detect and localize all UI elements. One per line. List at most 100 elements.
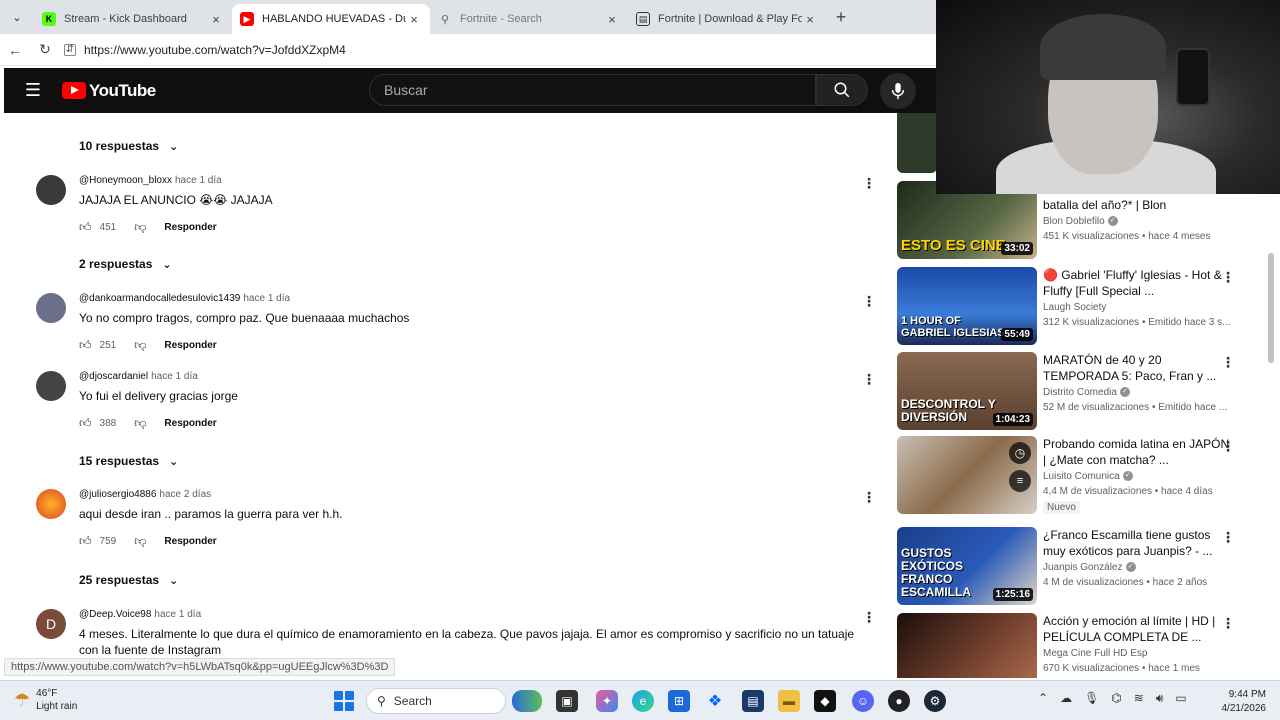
- battery-icon[interactable]: ▭: [1175, 691, 1186, 706]
- comment-time[interactable]: hace 1 día: [154, 609, 201, 620]
- comment-author[interactable]: @djoscardaniel: [79, 371, 148, 382]
- more-options-icon[interactable]: ⋮: [1221, 354, 1235, 371]
- video-item[interactable]: Acción y emoción al límite | HD | PELÍCU…: [897, 613, 1267, 678]
- microsoft-store-icon[interactable]: ⊞: [668, 690, 690, 712]
- reply-button[interactable]: Responder: [164, 418, 216, 429]
- voice-search-button[interactable]: [880, 73, 916, 109]
- tab-youtube-video[interactable]: ▶ HABLANDO HUEVADAS - Duodéc ×: [232, 4, 430, 34]
- avatar[interactable]: D: [36, 609, 66, 639]
- epic-games-icon[interactable]: ◆: [814, 690, 836, 712]
- video-title[interactable]: ¿Franco Escamilla tiene gustos muy exóti…: [1043, 527, 1235, 559]
- like-thumb-up-icon[interactable]: 👍︎: [79, 534, 92, 549]
- channel-name[interactable]: Blon Doblefilo: [1043, 216, 1105, 227]
- reply-button[interactable]: Responder: [164, 536, 216, 547]
- like-thumb-up-icon[interactable]: 👍︎: [79, 416, 92, 431]
- comment-author[interactable]: @juliosergio4886: [79, 489, 156, 500]
- video-thumbnail[interactable]: DESCONTROL Y DIVERSIÓN 1:04:23: [897, 352, 1037, 430]
- menu-hamburger-icon[interactable]: ☰: [4, 80, 62, 101]
- channel-name[interactable]: Distrito Comedia: [1043, 387, 1117, 398]
- obs-icon[interactable]: ●: [888, 690, 910, 712]
- more-options-icon[interactable]: ⋮: [862, 293, 876, 310]
- watch-later-clock-icon[interactable]: ◷: [1009, 442, 1031, 464]
- windows-start-icon[interactable]: [334, 691, 354, 711]
- comment-author[interactable]: @dankoarmandocalledesulovic1439: [79, 293, 240, 304]
- comment-author[interactable]: @Honeymoon_bloxx: [79, 175, 172, 186]
- url-field[interactable]: ⇵ https://www.youtube.com/watch?v=JofddX…: [64, 43, 346, 57]
- reply-button[interactable]: Responder: [164, 340, 216, 351]
- file-explorer-icon[interactable]: ▬: [778, 690, 800, 712]
- dislike-thumb-down-icon[interactable]: 👎︎: [134, 220, 146, 235]
- more-options-icon[interactable]: ⋮: [1221, 438, 1235, 455]
- video-thumbnail[interactable]: GUSTOS EXÓTICOS FRANCO ESCAMILLA 1:25:16: [897, 527, 1037, 605]
- video-item[interactable]: GUSTOS EXÓTICOS FRANCO ESCAMILLA 1:25:16…: [897, 527, 1267, 607]
- new-tab-plus-icon[interactable]: +: [826, 7, 856, 28]
- tab-kick-dashboard[interactable]: K Stream - Kick Dashboard ×: [34, 4, 232, 34]
- video-title[interactable]: batalla del año?* | Blon: [1043, 197, 1235, 213]
- close-tab-icon[interactable]: ×: [406, 12, 422, 27]
- channel-name[interactable]: Mega Cine Full HD Esp: [1043, 648, 1147, 659]
- replies-toggle[interactable]: 25 respuestas ⌄: [79, 573, 178, 587]
- more-options-icon[interactable]: ⋮: [862, 609, 876, 626]
- video-title[interactable]: 🔴 Gabriel 'Fluffy' Iglesias - Hot & Fluf…: [1043, 267, 1235, 299]
- reload-icon[interactable]: ↻: [30, 41, 60, 58]
- video-title[interactable]: Probando comida latina en JAPÓN | ¿Mate …: [1043, 436, 1235, 468]
- comment-time[interactable]: hace 1 día: [243, 293, 290, 304]
- copilot-icon[interactable]: ✦: [596, 690, 618, 712]
- taskbar-clock[interactable]: 9:44 PM 4/21/2026: [1196, 688, 1267, 716]
- video-item[interactable]: 1 HOUR OF GABRIEL IGLESIAS 55:49 🔴 Gabri…: [897, 267, 1267, 347]
- search-button[interactable]: [816, 74, 868, 106]
- microphone-icon[interactable]: 🎙︎: [1084, 691, 1099, 706]
- onedrive-cloud-icon[interactable]: ☁: [1060, 691, 1072, 706]
- task-view-icon[interactable]: ▣: [556, 690, 578, 712]
- tab-search-chevron-icon[interactable]: ⌄: [0, 0, 34, 34]
- reply-button[interactable]: Responder: [164, 222, 216, 233]
- taskbar-search[interactable]: ⚲ Search: [366, 688, 506, 714]
- video-item[interactable]: ◷ ≡ Probando comida latina en JAPÓN | ¿M…: [897, 436, 1267, 520]
- close-tab-icon[interactable]: ×: [802, 12, 818, 27]
- channel-name[interactable]: Luisito Comunica: [1043, 471, 1120, 482]
- avatar[interactable]: [36, 489, 66, 519]
- sidebar-scrollbar[interactable]: [1268, 253, 1274, 363]
- video-title[interactable]: Acción y emoción al límite | HD | PELÍCU…: [1043, 613, 1235, 645]
- dislike-thumb-down-icon[interactable]: 👎︎: [134, 534, 146, 549]
- dislike-thumb-down-icon[interactable]: 👎︎: [134, 338, 146, 353]
- replies-toggle[interactable]: 2 respuestas ⌄: [79, 257, 172, 271]
- video-item[interactable]: DESCONTROL Y DIVERSIÓN 1:04:23 MARATÓN d…: [897, 352, 1267, 432]
- tab-fortnite-download[interactable]: ▤ Fortnite | Download & Play For Fre ×: [628, 4, 826, 34]
- replies-toggle[interactable]: 15 respuestas ⌄: [79, 454, 178, 468]
- like-thumb-up-icon[interactable]: 👍︎: [79, 338, 92, 353]
- dropbox-icon[interactable]: ❖: [704, 690, 726, 712]
- widgets-icon[interactable]: [512, 690, 542, 712]
- partial-video-thumbnail[interactable]: [897, 113, 937, 173]
- youtube-logo[interactable]: YouTube: [62, 81, 156, 101]
- discord-icon[interactable]: ☺: [852, 690, 874, 712]
- avatar[interactable]: [36, 371, 66, 401]
- app-icon[interactable]: ▤: [742, 690, 764, 712]
- more-options-icon[interactable]: ⋮: [862, 489, 876, 506]
- avatar[interactable]: [36, 293, 66, 323]
- chevron-up-icon[interactable]: ⌃: [1038, 691, 1048, 706]
- volume-icon[interactable]: 🔊︎: [1156, 691, 1164, 706]
- more-options-icon[interactable]: ⋮: [1221, 615, 1235, 632]
- comment-author[interactable]: @Deep.Voice98: [79, 609, 151, 620]
- channel-name[interactable]: Juanpis González: [1043, 562, 1123, 573]
- more-options-icon[interactable]: ⋮: [1221, 529, 1235, 546]
- close-tab-icon[interactable]: ×: [208, 12, 224, 27]
- network-icon[interactable]: ⌬: [1111, 691, 1121, 706]
- search-input[interactable]: Buscar: [369, 74, 816, 106]
- back-arrow-icon[interactable]: ←: [0, 42, 30, 58]
- wifi-icon[interactable]: ≋: [1134, 691, 1144, 706]
- like-thumb-up-icon[interactable]: 👍︎: [79, 220, 92, 235]
- replies-toggle[interactable]: 10 respuestas ⌄: [79, 139, 178, 153]
- comment-time[interactable]: hace 2 días: [159, 489, 211, 500]
- video-thumbnail[interactable]: 1 HOUR OF GABRIEL IGLESIAS 55:49: [897, 267, 1037, 345]
- video-thumbnail[interactable]: ◷ ≡: [897, 436, 1037, 514]
- video-thumbnail[interactable]: [897, 613, 1037, 678]
- steam-icon[interactable]: ⚙: [924, 690, 946, 712]
- more-options-icon[interactable]: ⋮: [1221, 269, 1235, 286]
- site-info-icon[interactable]: ⇵: [64, 43, 76, 56]
- add-to-queue-icon[interactable]: ≡: [1009, 470, 1031, 492]
- dislike-thumb-down-icon[interactable]: 👎︎: [134, 416, 146, 431]
- tab-fortnite-search[interactable]: ⚲ Fortnite - Search ×: [430, 4, 628, 34]
- channel-name[interactable]: Laugh Society: [1043, 302, 1106, 313]
